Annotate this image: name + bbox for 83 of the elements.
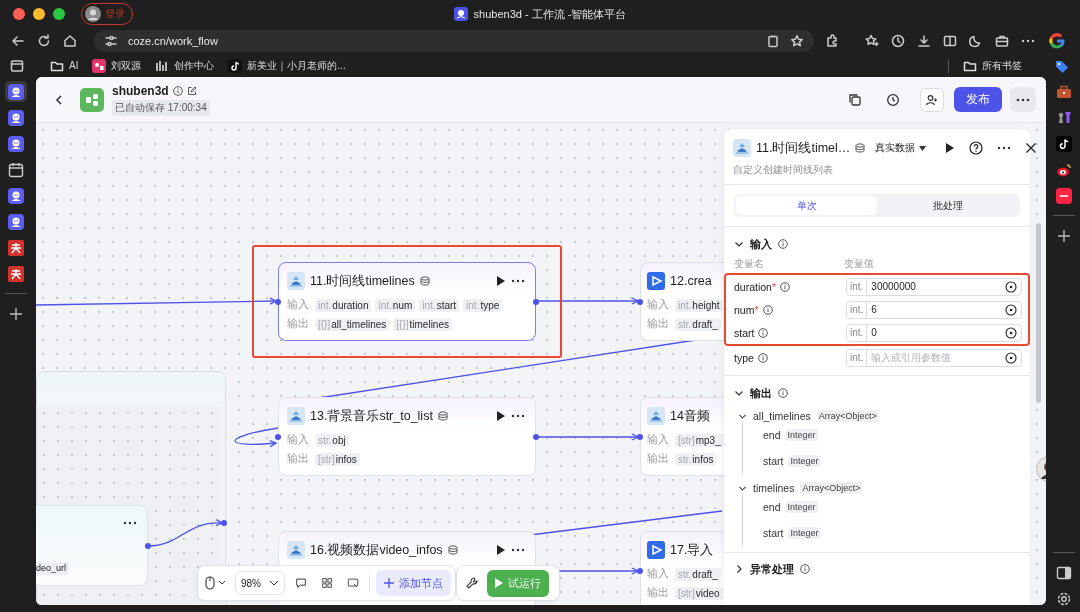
node-title: 16.视频数据video_infos xyxy=(310,541,443,559)
value-field[interactable]: int. 0 xyxy=(846,323,1022,342)
data-mode-dropdown[interactable]: 真实数据 xyxy=(875,141,927,155)
variable-name: type xyxy=(734,351,754,364)
output-name: start xyxy=(763,527,784,539)
port-label: 输出 xyxy=(287,452,309,466)
type-badge: Array<Object> xyxy=(816,410,879,422)
variable-name: start xyxy=(734,326,755,339)
node-title: 12.crea xyxy=(670,274,712,288)
value-input[interactable]: 30000000 xyxy=(867,281,1005,292)
zoom-select[interactable]: 98% xyxy=(235,571,285,595)
workflow-node[interactable]: 13.背景音乐str_to_list 输入 str.obj 输出 [str]infos xyxy=(278,397,536,476)
workflow-name: shuben3d xyxy=(112,83,169,98)
bookmark[interactable]: AI xyxy=(50,58,79,73)
node-title: 17.导入 xyxy=(670,541,714,559)
port-label: 输出 xyxy=(647,317,669,331)
autosave-status: 已自动保存 17:00:34 xyxy=(112,99,210,116)
bookmark[interactable]: 所有书签 xyxy=(963,58,1022,73)
node-title: 14音频 xyxy=(670,407,710,425)
port-label: 输入 xyxy=(647,567,669,581)
output-name: timelines xyxy=(753,482,795,494)
parameter-tag: [{}]timelines xyxy=(393,317,452,331)
workflow-node[interactable]: 12.crea 输入 int.height 输出 str.draft_ xyxy=(640,262,724,341)
port-label: 输出 xyxy=(647,452,669,466)
parameter-tag: int.duration xyxy=(315,298,372,312)
port-label: 输入 xyxy=(647,433,669,447)
value-field[interactable]: int. 6 xyxy=(846,300,1022,319)
parameter-tag: int.num xyxy=(375,298,416,312)
publish-button[interactable]: 发布 xyxy=(954,87,1002,112)
output-name: all_timelines xyxy=(753,410,811,422)
variable-name: duration* xyxy=(734,280,777,293)
parameter-tag: str.draft_ xyxy=(675,567,721,581)
parameter-tag: int.height xyxy=(675,298,723,312)
address-bar[interactable]: coze.cn/work_flow xyxy=(94,30,814,52)
value-input[interactable]: 输入或引用参数值 xyxy=(867,352,1005,363)
port-label: 输出 xyxy=(287,317,309,331)
parameter-tag: [{}]all_timelines xyxy=(315,317,390,331)
workflow-node[interactable]: 14音频 输入 [str]mp3_ 输出 str.infos xyxy=(640,397,724,476)
parameter-tag: str.infos xyxy=(675,452,717,466)
port-label: 输入 xyxy=(647,298,669,312)
value-input[interactable]: 6 xyxy=(867,304,1005,315)
variable-name: num* xyxy=(734,303,759,316)
bookmark[interactable]: 创作中心 xyxy=(155,58,215,73)
type-badge: Integer xyxy=(788,455,821,467)
workflow-node[interactable]: deo_url xyxy=(36,505,148,586)
section-title: 异常处理 xyxy=(750,561,794,577)
mode-tab[interactable]: 批处理 xyxy=(877,196,1018,215)
type-badge: Integer xyxy=(785,429,818,441)
parameter-tag: int.type xyxy=(463,298,503,312)
value-input[interactable]: 0 xyxy=(867,327,1005,338)
bookmark[interactable]: 刘双源 xyxy=(92,58,142,73)
node-title: 11.时间线timelines xyxy=(310,272,415,290)
parameter-tag: str.draft_ xyxy=(675,317,721,331)
mode-tab[interactable]: 单次 xyxy=(736,196,877,215)
parameter-tag: deo_url xyxy=(36,562,70,575)
bookmark[interactable]: 新美业｜小月老师的... xyxy=(228,58,346,73)
node-title: 13.背景音乐str_to_list xyxy=(310,407,433,425)
parameter-tag: [str]mp3_ xyxy=(675,433,724,447)
parameter-tag: int.start xyxy=(419,298,460,312)
value-field[interactable]: int. 输入或引用参数值 xyxy=(846,348,1022,367)
output-name: end xyxy=(763,501,781,513)
node-description: 自定义创建时间线列表 xyxy=(724,159,1030,185)
output-name: end xyxy=(763,429,781,441)
section-title: 输入 xyxy=(750,236,772,252)
parameter-tag: [str]video xyxy=(675,586,723,600)
port-label: 输入 xyxy=(287,433,309,447)
workflow-node[interactable]: 17.导入 输入 str.draft_ 输出 [str]video xyxy=(640,531,724,605)
parameter-tag: str.obj xyxy=(315,433,349,447)
add-node-button[interactable]: 添加节点 xyxy=(376,570,451,596)
type-badge: Integer xyxy=(788,527,821,539)
column-header: 变量值 xyxy=(844,257,874,271)
workflow-node[interactable]: 11.时间线timelines 输入 int.duration int.num int.start int.type 输出 [{}]all_timelines [{}]timelines xyxy=(278,262,536,341)
window-title: shuben3d - 工作流 -智能体平台 xyxy=(473,6,627,22)
value-field[interactable]: int. 30000000 xyxy=(846,277,1022,296)
output-name: start xyxy=(763,455,784,467)
panel-title: 11.时间线timel… xyxy=(756,139,851,157)
type-badge: Integer xyxy=(785,501,818,513)
port-label: 输出 xyxy=(647,586,669,600)
section-title: 输出 xyxy=(750,385,772,401)
type-badge: Array<Object> xyxy=(800,482,863,494)
port-label: 输入 xyxy=(287,298,309,312)
parameter-tag: [str]infos xyxy=(315,452,360,466)
column-header: 变量名 xyxy=(734,257,765,271)
